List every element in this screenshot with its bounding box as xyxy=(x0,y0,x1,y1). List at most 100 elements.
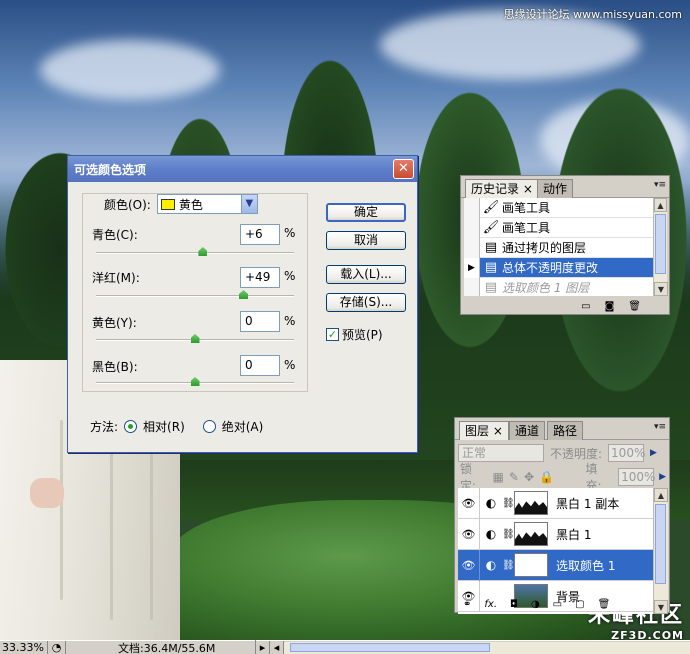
cyan-input[interactable]: +6 xyxy=(240,224,280,245)
opacity-input[interactable]: 100% xyxy=(608,444,645,462)
black-label: 黑色(B): xyxy=(92,360,138,374)
preview-checkbox-row[interactable]: ✓ 预览(P) xyxy=(326,326,383,343)
cyan-slider-track[interactable] xyxy=(96,247,294,256)
lock-pixels-icon[interactable]: ✎ xyxy=(509,470,519,484)
horizontal-scroll-thumb[interactable] xyxy=(290,642,490,652)
trash-icon[interactable]: 🗑 xyxy=(628,301,641,312)
tab-history-label: 历史记录 xyxy=(471,182,520,196)
scroll-up-icon[interactable]: ▲ xyxy=(654,198,667,212)
list-item[interactable]: 🖌 画笔工具 xyxy=(464,198,657,218)
history-item-label: 画笔工具 xyxy=(502,201,551,215)
adjustment-layer-icon[interactable]: ◑ xyxy=(531,599,540,610)
scroll-left-icon[interactable]: ◂ xyxy=(270,641,284,654)
magenta-input[interactable]: +49 xyxy=(240,267,280,288)
snapshot-icon[interactable]: ◙ xyxy=(605,301,615,312)
snapshot-checkbox[interactable] xyxy=(464,277,480,296)
scroll-up-icon[interactable]: ▲ xyxy=(654,488,668,502)
dialog-titlebar[interactable]: 可选颜色选项 xyxy=(68,156,417,182)
navigator-icon[interactable]: ◔ xyxy=(48,641,66,654)
layer-row[interactable]: 👁 ◐ ⛓ 黑白 1 xyxy=(458,518,654,550)
eye-icon[interactable]: 👁 xyxy=(458,488,480,519)
layer-name: 黑白 1 副本 xyxy=(556,496,620,511)
scroll-thumb[interactable] xyxy=(655,214,666,274)
panel-menu-icon[interactable]: ▾≡ xyxy=(654,180,666,190)
tab-layers[interactable]: 图层 × xyxy=(459,421,509,440)
layer-row-selected[interactable]: 👁 ◐ ⛓ 选取颜色 1 xyxy=(458,549,654,581)
absolute-label[interactable]: 绝对(A) xyxy=(222,418,264,435)
history-state-marker-icon[interactable]: ▶ xyxy=(464,257,480,278)
lock-row: 锁定: ▦ ✎ ✥ 🔒 填充: 100% ▶ xyxy=(460,462,666,493)
black-input[interactable]: 0 xyxy=(240,355,280,376)
preview-checkbox[interactable]: ✓ xyxy=(326,328,339,341)
status-menu-icon[interactable]: ▸ xyxy=(256,641,270,654)
yellow-slider-track[interactable] xyxy=(96,334,294,343)
scroll-thumb[interactable] xyxy=(655,504,666,584)
close-button[interactable]: ✕ xyxy=(393,159,414,179)
document-icon: ▤ xyxy=(484,240,498,255)
tab-channels[interactable]: 通道 xyxy=(509,421,546,440)
chevron-down-icon[interactable]: ▼ xyxy=(240,195,257,213)
layer-mask-thumbnail[interactable] xyxy=(514,553,548,577)
lock-position-icon[interactable]: ✥ xyxy=(524,470,534,484)
horizontal-scrollbar[interactable] xyxy=(284,641,690,654)
tab-paths[interactable]: 路径 xyxy=(547,421,584,440)
list-item[interactable]: ▤ 通过拷贝的图层 xyxy=(464,237,657,258)
mask-icon[interactable]: ◘ xyxy=(510,599,518,610)
eye-icon[interactable]: 👁 xyxy=(458,549,480,581)
black-slider-track[interactable] xyxy=(96,377,294,386)
new-layer-icon[interactable]: ▢ xyxy=(575,599,584,610)
relative-label[interactable]: 相对(R) xyxy=(143,418,185,435)
link-icon[interactable]: ⛓ xyxy=(502,498,515,509)
snapshot-checkbox[interactable] xyxy=(464,237,480,258)
list-item[interactable]: 🖌 画笔工具 xyxy=(464,217,657,238)
history-scrollbar[interactable]: ▲ ▼ xyxy=(653,198,668,296)
snapshot-checkbox[interactable] xyxy=(464,198,480,218)
tab-actions[interactable]: 动作 xyxy=(537,179,574,198)
color-label: 颜色(O): xyxy=(104,197,151,212)
lock-transparency-icon[interactable]: ▦ xyxy=(493,470,504,484)
zoom-level[interactable]: 33.33% xyxy=(0,641,48,654)
layers-panel-header: 图层 × 通道 路径 ▾≡ xyxy=(455,418,669,440)
trash-icon[interactable]: 🗑 xyxy=(598,599,611,610)
scroll-down-icon[interactable]: ▼ xyxy=(654,282,668,296)
color-select-value: 黄色 xyxy=(178,197,203,212)
folder-icon[interactable]: ▭ xyxy=(553,599,562,610)
ok-button[interactable]: 确定 xyxy=(326,203,406,222)
tab-history[interactable]: 历史记录 × xyxy=(465,179,539,198)
mask-shape xyxy=(515,531,547,545)
layer-mask-thumbnail[interactable] xyxy=(514,491,548,515)
new-document-icon[interactable]: ▭ xyxy=(581,301,590,312)
opacity-arrow-icon[interactable]: ▶ xyxy=(650,448,657,458)
method-label: 方法: xyxy=(90,420,119,434)
layer-row[interactable]: 👁 ◐ ⛓ 黑白 1 副本 xyxy=(458,488,654,519)
relative-radio[interactable] xyxy=(124,420,138,433)
close-tab-icon[interactable]: × xyxy=(493,424,503,438)
save-button[interactable]: 存储(S)... xyxy=(326,293,406,312)
list-item[interactable]: ▤ 选取颜色 1 图层 xyxy=(464,277,657,296)
close-tab-icon[interactable]: × xyxy=(523,182,533,196)
yellow-input[interactable]: 0 xyxy=(240,311,280,332)
magenta-slider-track[interactable] xyxy=(96,290,294,299)
link-icon[interactable]: ⛓ xyxy=(502,529,515,540)
eye-icon[interactable]: 👁 xyxy=(458,518,480,550)
link-layers-icon[interactable]: ⚭ xyxy=(463,599,471,610)
load-button[interactable]: 载入(L)... xyxy=(326,265,406,284)
snapshot-checkbox[interactable] xyxy=(464,217,480,238)
link-icon[interactable]: ⛓ xyxy=(502,560,515,571)
color-row: 颜色(O): 黄色 ▼ xyxy=(104,194,258,214)
layer-options: 正常 不透明度: 100% ▶ xyxy=(458,442,666,464)
absolute-radio[interactable] xyxy=(202,420,216,433)
magenta-unit: % xyxy=(284,269,296,283)
fill-arrow-icon[interactable]: ▶ xyxy=(659,472,666,482)
watermark-top: 思缘设计论坛 www.missyuan.com xyxy=(503,8,682,21)
list-item-selected[interactable]: ▶ ▤ 总体不透明度更改 xyxy=(464,257,657,278)
color-select[interactable]: 黄色 ▼ xyxy=(156,194,258,214)
fx-icon[interactable]: fx. xyxy=(484,599,497,610)
cancel-button[interactable]: 取消 xyxy=(326,231,406,250)
layer-mask-thumbnail[interactable] xyxy=(514,522,548,546)
layers-footer: ⚭ fx. ◘ ◑ ▭ ▢ 🗑 xyxy=(455,596,669,612)
panel-menu-icon[interactable]: ▾≡ xyxy=(654,422,666,432)
history-footer: ▭ ◙ 🗑 xyxy=(461,298,669,314)
lock-all-icon[interactable]: 🔒 xyxy=(539,470,554,484)
fill-input[interactable]: 100% xyxy=(618,468,655,486)
